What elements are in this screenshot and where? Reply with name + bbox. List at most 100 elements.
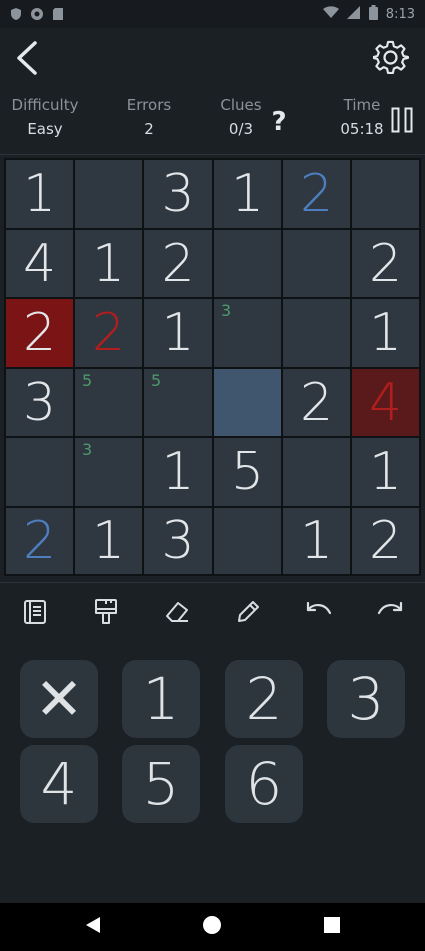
cell-value: 3: [161, 164, 195, 224]
number-key-3[interactable]: 3: [327, 660, 405, 738]
grid-cell-r1c4[interactable]: 1: [214, 160, 281, 228]
number-key-4[interactable]: 4: [20, 745, 98, 823]
grid-cell-r6c6[interactable]: 2: [352, 508, 419, 574]
pause-button[interactable]: [386, 104, 418, 140]
grid-cell-r1c1[interactable]: 1: [6, 160, 73, 228]
grid-cell-r2c5[interactable]: [283, 230, 350, 297]
cell-value: 3: [22, 372, 57, 433]
grid-cell-r4c5[interactable]: 2: [283, 369, 350, 436]
sim-card-icon: [52, 7, 64, 21]
grid-cell-r6c1[interactable]: 2: [6, 508, 73, 574]
cell-value: [283, 438, 350, 506]
cell-value: [214, 508, 281, 574]
number-key-2[interactable]: 2: [225, 660, 303, 738]
difficulty-info: Difficulty Easy: [6, 96, 84, 138]
grid-cell-r1c5[interactable]: 2: [283, 160, 350, 228]
signal-icon: [346, 5, 361, 23]
grid-cell-r2c3[interactable]: 2: [144, 230, 212, 297]
grid-cell-r3c2[interactable]: 2: [75, 299, 142, 367]
square-recents-icon: [323, 916, 341, 938]
pause-icon: [391, 107, 413, 137]
cell-value: 2: [91, 303, 126, 363]
grid-cell-r4c1[interactable]: 3: [6, 369, 73, 436]
grid-cell-r5c2[interactable]: 3: [75, 438, 142, 506]
errors-info: Errors 2: [118, 96, 180, 138]
settings-button[interactable]: [371, 40, 411, 80]
cell-value: 4: [368, 372, 403, 433]
cell-note: 5: [82, 371, 93, 390]
circle-home-icon: [202, 915, 222, 939]
grid-cell-r1c3[interactable]: 3: [144, 160, 212, 228]
grid-cell-r5c1[interactable]: [6, 438, 73, 506]
sudoku-grid: 131241222213135524315121312: [4, 158, 421, 576]
nav-recents-button[interactable]: [320, 915, 344, 939]
grid-cell-r5c4[interactable]: 5: [214, 438, 281, 506]
cell-value: 1: [368, 303, 403, 363]
cell-value: 1: [230, 164, 265, 224]
errors-label: Errors: [126, 96, 172, 114]
clear-key-button[interactable]: ✕: [20, 660, 98, 738]
hint-button[interactable]: ?: [266, 104, 292, 140]
cell-value: [6, 438, 73, 506]
grid-cell-r4c2[interactable]: 5: [75, 369, 142, 436]
shield-icon: [10, 7, 22, 21]
number-key-6[interactable]: 6: [225, 745, 303, 823]
grid-cell-r6c3[interactable]: 3: [144, 508, 212, 574]
grid-cell-r5c5[interactable]: [283, 438, 350, 506]
grid-cell-r5c6[interactable]: 1: [352, 438, 419, 506]
undo-button[interactable]: [299, 594, 339, 634]
cell-value: 1: [91, 511, 126, 571]
tool-bar: [0, 590, 425, 636]
errors-value: 2: [144, 120, 154, 138]
nav-home-button[interactable]: [200, 915, 224, 939]
grid-cell-r3c1[interactable]: 2: [6, 299, 73, 367]
cell-value: 2: [22, 303, 57, 363]
redo-button[interactable]: [370, 594, 410, 634]
pencil-button[interactable]: [228, 594, 268, 634]
notes-button[interactable]: [15, 594, 55, 634]
difficulty-label: Difficulty: [11, 96, 79, 114]
cell-value: [283, 299, 350, 367]
divider: [0, 154, 425, 155]
grid-cell-r1c6[interactable]: [352, 160, 419, 228]
cell-value: 4: [22, 233, 57, 294]
grid-cell-r3c5[interactable]: [283, 299, 350, 367]
grid-cell-r3c4[interactable]: 3: [214, 299, 281, 367]
grid-cell-r2c4[interactable]: [214, 230, 281, 297]
cell-note: 3: [221, 301, 232, 320]
triangle-back-icon: [85, 916, 101, 938]
grid-cell-r6c4[interactable]: [214, 508, 281, 574]
cell-value: 2: [299, 164, 334, 224]
grid-cell-r6c2[interactable]: 1: [75, 508, 142, 574]
number-key-1[interactable]: 1: [122, 660, 200, 738]
grid-cell-r3c3[interactable]: 1: [144, 299, 212, 367]
cell-value: 1: [299, 511, 334, 571]
grid-cell-r5c3[interactable]: 1: [144, 438, 212, 506]
clues-info: Clues 0/3: [212, 96, 270, 138]
chevron-left-icon: [14, 40, 38, 80]
paint-button[interactable]: [86, 594, 126, 634]
grid-cell-r2c2[interactable]: 1: [75, 230, 142, 297]
cell-value: 5: [230, 442, 265, 502]
grid-cell-r2c6[interactable]: 2: [352, 230, 419, 297]
cell-value: 1: [22, 164, 57, 224]
back-button[interactable]: [8, 40, 44, 80]
erase-button[interactable]: [157, 594, 197, 634]
circle-status-icon: [30, 7, 44, 21]
cell-value: [214, 230, 281, 297]
grid-cell-r1c2[interactable]: [75, 160, 142, 228]
cell-value: 2: [368, 233, 403, 294]
cell-note: 5: [151, 371, 162, 390]
grid-cell-r4c4[interactable]: [214, 369, 281, 436]
cell-value: 1: [91, 233, 126, 294]
grid-cell-r4c3[interactable]: 5: [144, 369, 212, 436]
nav-back-button[interactable]: [81, 915, 105, 939]
status-time: 8:13: [385, 6, 415, 22]
grid-cell-r6c5[interactable]: 1: [283, 508, 350, 574]
number-key-5[interactable]: 5: [122, 745, 200, 823]
grid-cell-r2c1[interactable]: 4: [6, 230, 73, 297]
grid-cell-r3c6[interactable]: 1: [352, 299, 419, 367]
navigation-bar: [0, 903, 425, 951]
pencil-icon: [235, 599, 261, 629]
grid-cell-r4c6[interactable]: 4: [352, 369, 419, 436]
